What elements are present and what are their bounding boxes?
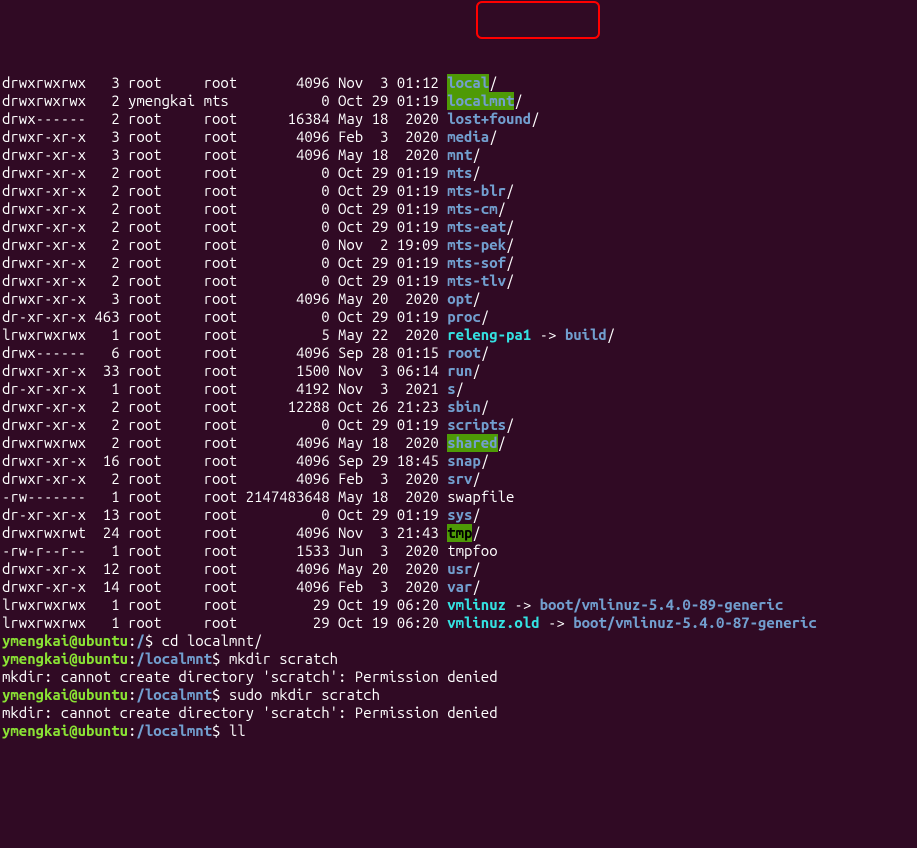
ls-row: drwxr-xr-x 2 root root 0 Oct 29 01:19 mt… — [2, 164, 915, 182]
dir-name: lost+found — [447, 110, 531, 128]
prompt-user: ymengkai@ubuntu — [2, 650, 128, 667]
ls-row: -rw-r--r-- 1 root root 1533 Jun 3 2020 t… — [2, 542, 915, 560]
ls-row: drwxr-xr-x 2 root root 4096 Feb 3 2020 s… — [2, 470, 915, 488]
file-name: tmpfoo — [447, 542, 497, 560]
prompt-line[interactable]: ymengkai@ubuntu:/localmnt$ ll — [2, 722, 915, 740]
ls-row: drwxr-xr-x 16 root root 4096 Sep 29 18:4… — [2, 452, 915, 470]
dir-name: mts-cm — [447, 200, 497, 218]
dir-name: media — [447, 128, 489, 146]
ls-row: drwxr-xr-x 2 root root 12288 Oct 26 21:2… — [2, 398, 915, 416]
ls-row: drwx------ 6 root root 4096 Sep 28 01:15… — [2, 344, 915, 362]
prompt-user: ymengkai@ubuntu — [2, 722, 128, 739]
prompt-line[interactable]: ymengkai@ubuntu:/localmnt$ mkdir scratch — [2, 650, 915, 668]
dir-name: root — [447, 344, 481, 362]
ls-row: -rw------- 1 root root 2147483648 May 18… — [2, 488, 915, 506]
ls-row: drwxrwxrwx 2 ymengkai mts 0 Oct 29 01:19… — [2, 92, 915, 110]
ls-row: drwxr-xr-x 14 root root 4096 Feb 3 2020 … — [2, 578, 915, 596]
dir-name-highlighted: shared — [447, 434, 497, 452]
terminal-output[interactable]: drwxrwxrwx 3 root root 4096 Nov 3 01:12 … — [2, 74, 915, 740]
prompt-dollar: $ — [212, 722, 229, 739]
ls-row: drwxr-xr-x 2 root root 0 Nov 2 19:09 mts… — [2, 236, 915, 254]
ls-row: drwxr-xr-x 2 root root 0 Oct 29 01:19 mt… — [2, 182, 915, 200]
prompt-path: / — [136, 632, 144, 649]
dir-name: mts — [447, 164, 472, 182]
prompt-path: /localmnt — [136, 722, 212, 739]
dir-name: sbin — [447, 398, 481, 416]
ls-row: dr-xr-xr-x 463 root root 0 Oct 29 01:19 … — [2, 308, 915, 326]
dir-name-highlighted: localmnt — [447, 92, 514, 110]
dir-name: s — [447, 380, 455, 398]
dir-name: usr — [447, 560, 472, 578]
command-text: cd localmnt/ — [162, 632, 263, 649]
dir-name: run — [447, 362, 472, 380]
ls-row: drwxrwxrwx 2 root root 4096 May 18 2020 … — [2, 434, 915, 452]
ls-row: lrwxrwxrwx 1 root root 29 Oct 19 06:20 v… — [2, 596, 915, 614]
dir-name: mnt — [447, 146, 472, 164]
dir-name: mts-sof — [447, 254, 506, 272]
symlink-name: vmlinuz.old — [447, 614, 539, 632]
ls-row: lrwxrwxrwx 1 root root 29 Oct 19 06:20 v… — [2, 614, 915, 632]
ls-row: drwxr-xr-x 2 root root 0 Oct 29 01:19 mt… — [2, 272, 915, 290]
ls-row: dr-xr-xr-x 1 root root 4192 Nov 3 2021 s… — [2, 380, 915, 398]
ls-row: drwx------ 2 root root 16384 May 18 2020… — [2, 110, 915, 128]
file-name: swapfile — [447, 488, 514, 506]
dir-name: srv — [447, 470, 472, 488]
dir-name: snap — [447, 452, 481, 470]
prompt-line[interactable]: ymengkai@ubuntu:/$ cd localmnt/ — [2, 632, 915, 650]
dir-name: mts-blr — [447, 182, 506, 200]
prompt-path: /localmnt — [136, 686, 212, 703]
prompt-path: /localmnt — [136, 650, 212, 667]
command-output: mkdir: cannot create directory 'scratch'… — [2, 668, 915, 686]
prompt-user: ymengkai@ubuntu — [2, 632, 128, 649]
ls-row: drwxr-xr-x 3 root root 4096 May 18 2020 … — [2, 146, 915, 164]
dir-name: opt — [447, 290, 472, 308]
ls-row: drwxrwxrwx 3 root root 4096 Nov 3 01:12 … — [2, 74, 915, 92]
ls-row: drwxrwxrwt 24 root root 4096 Nov 3 21:43… — [2, 524, 915, 542]
symlink-name: releng-pa1 — [447, 326, 531, 344]
prompt-user: ymengkai@ubuntu — [2, 686, 128, 703]
red-highlight-box — [476, 1, 600, 39]
dir-name: var — [447, 578, 472, 596]
command-text: sudo mkdir scratch — [229, 686, 380, 703]
dir-name: mts-pek — [447, 236, 506, 254]
ls-row: drwxr-xr-x 3 root root 4096 Feb 3 2020 m… — [2, 128, 915, 146]
dir-name-highlighted: local — [447, 74, 489, 92]
dir-name-sticky: tmp — [447, 524, 472, 542]
ls-row: drwxr-xr-x 33 root root 1500 Nov 3 06:14… — [2, 362, 915, 380]
dir-name: mts-eat — [447, 218, 506, 236]
dir-name: sys — [447, 506, 472, 524]
dir-name: scripts — [447, 416, 506, 434]
prompt-dollar: $ — [212, 686, 229, 703]
ls-row: drwxr-xr-x 2 root root 0 Oct 29 01:19 mt… — [2, 200, 915, 218]
command-text: ll — [229, 722, 246, 739]
prompt-line[interactable]: ymengkai@ubuntu:/localmnt$ sudo mkdir sc… — [2, 686, 915, 704]
prompt-dollar: $ — [145, 632, 162, 649]
prompt-dollar: $ — [212, 650, 229, 667]
ls-row: drwxr-xr-x 2 root root 0 Oct 29 01:19 mt… — [2, 254, 915, 272]
command-output: mkdir: cannot create directory 'scratch'… — [2, 704, 915, 722]
ls-row: drwxr-xr-x 2 root root 0 Oct 29 01:19 mt… — [2, 218, 915, 236]
ls-row: drwxr-xr-x 12 root root 4096 May 20 2020… — [2, 560, 915, 578]
ls-row: lrwxrwxrwx 1 root root 5 May 22 2020 rel… — [2, 326, 915, 344]
dir-name: proc — [447, 308, 481, 326]
ls-row: drwxr-xr-x 3 root root 4096 May 20 2020 … — [2, 290, 915, 308]
ls-row: dr-xr-xr-x 13 root root 0 Oct 29 01:19 s… — [2, 506, 915, 524]
dir-name: mts-tlv — [447, 272, 506, 290]
symlink-name: vmlinuz — [447, 596, 506, 614]
ls-row: drwxr-xr-x 2 root root 0 Oct 29 01:19 sc… — [2, 416, 915, 434]
command-text: mkdir scratch — [229, 650, 338, 667]
